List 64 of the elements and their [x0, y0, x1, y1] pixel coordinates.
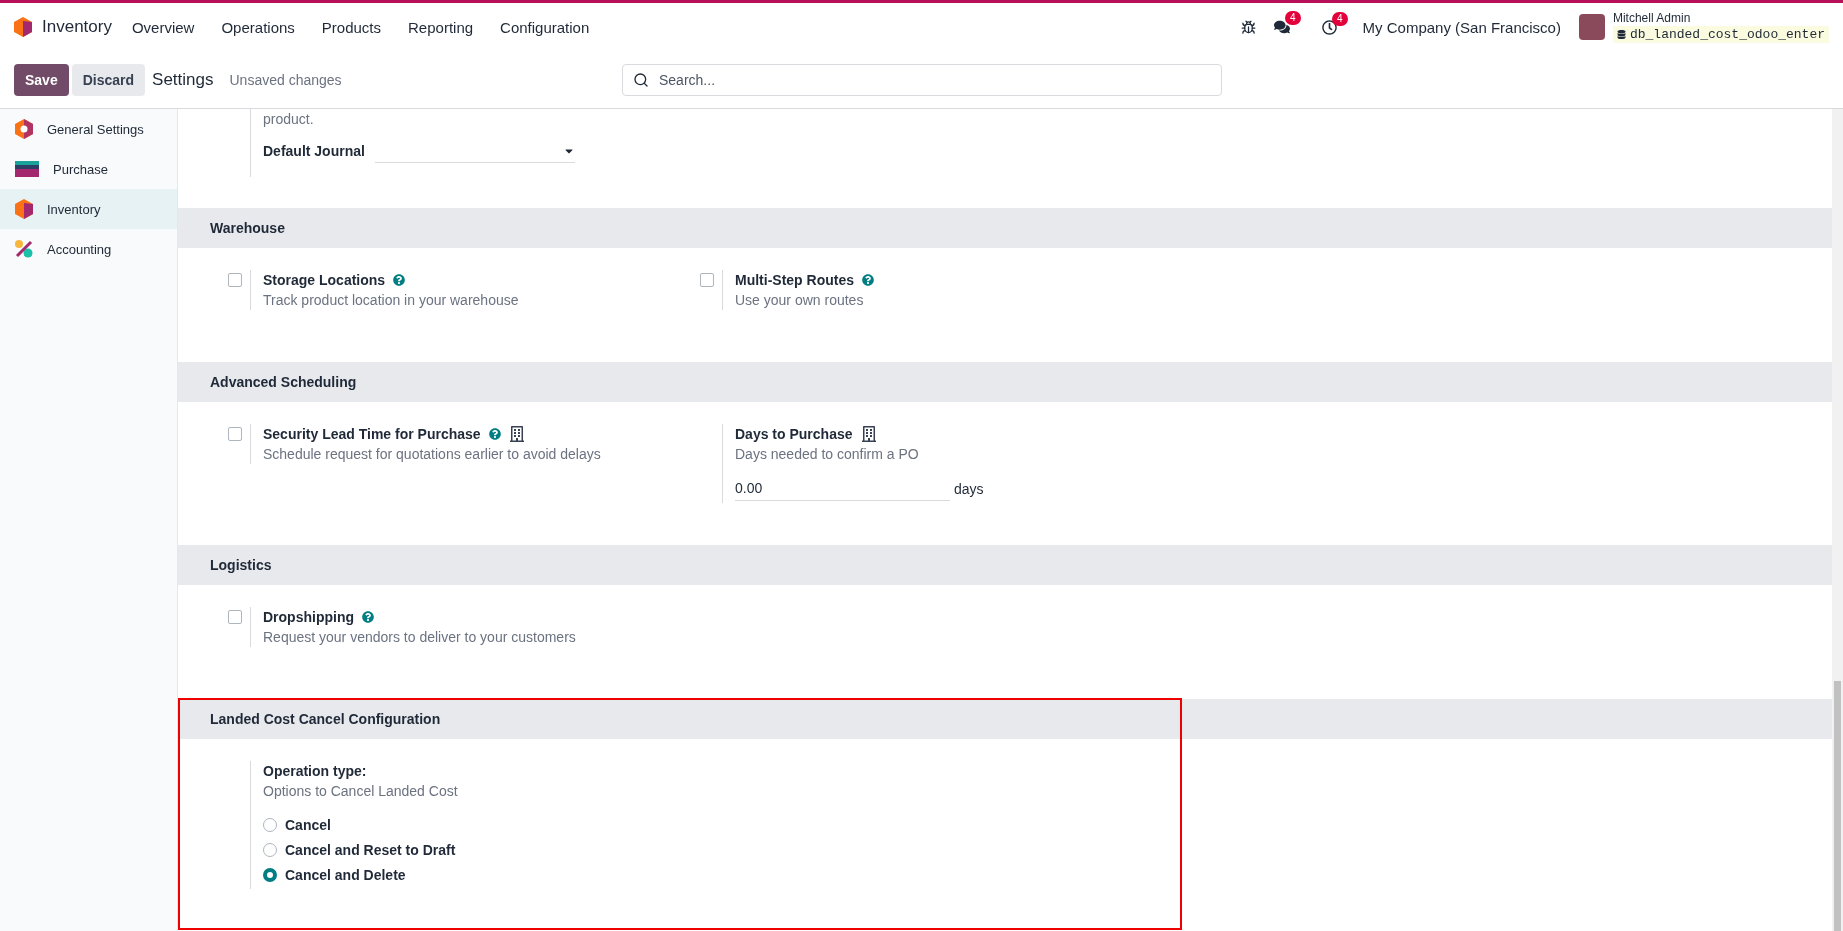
radio-label[interactable]: Cancel and Reset to Draft — [285, 842, 456, 858]
menu-item[interactable]: Products — [321, 18, 382, 36]
chat-icon[interactable] — [1273, 19, 1290, 35]
setting-title: Days to Purchase — [735, 425, 853, 444]
setting-description: product. — [263, 110, 315, 129]
setting-description: Schedule request for quotations earlier to avoid delays — [263, 445, 601, 464]
section-header: Warehouse — [178, 208, 1832, 248]
unit-label: days — [954, 480, 984, 497]
app-icon — [15, 199, 33, 219]
save-button[interactable]: Save — [14, 63, 69, 96]
radio-button[interactable] — [263, 868, 277, 882]
help-icon[interactable] — [393, 274, 406, 286]
search-icon — [633, 71, 649, 88]
app-icon — [15, 119, 33, 139]
setting-description: Days needed to confirm a PO — [735, 445, 920, 464]
setting-title: Dropshipping — [263, 608, 354, 627]
setting-title: Operation type: — [263, 762, 367, 781]
radio-label[interactable]: Cancel and Delete — [285, 867, 406, 883]
radio-button[interactable] — [263, 818, 277, 832]
clock-icon[interactable] — [1321, 19, 1337, 35]
discard-button[interactable]: Discard — [71, 63, 146, 96]
setting-description: Use your own routes — [735, 291, 865, 310]
status-text: Unsaved changes — [229, 71, 342, 88]
sidebar-item[interactable]: Purchase — [0, 149, 177, 189]
setting-title: Security Lead Time for Purchase — [263, 425, 481, 444]
bug-icon[interactable] — [1240, 19, 1256, 35]
search-field[interactable]: Search... — [622, 63, 1222, 96]
checkbox[interactable] — [228, 427, 242, 441]
section-header: Landed Cost Cancel Configuration — [178, 699, 1832, 739]
setting-title: Multi-Step Routes — [735, 271, 854, 290]
menu-item[interactable]: Reporting — [408, 18, 474, 36]
setting-description: Options to Cancel Landed Cost — [263, 782, 458, 801]
app-icon — [15, 161, 39, 177]
menu-item[interactable]: Configuration — [500, 18, 590, 36]
sidebar-item[interactable]: Inventory — [0, 189, 177, 229]
setting-description: Request your vendors to deliver to your customers — [263, 628, 576, 647]
company-name[interactable]: My Company (San Francisco) — [1362, 18, 1561, 36]
count-badge: 4 — [1332, 11, 1348, 26]
section-header: Logistics — [178, 545, 1832, 585]
checkbox[interactable] — [228, 273, 242, 287]
page-title: Settings — [152, 69, 214, 90]
menu-item[interactable]: Operations — [221, 18, 295, 36]
count-badge: 4 — [1285, 11, 1301, 25]
app-name[interactable]: Inventory — [42, 17, 112, 37]
radio-label[interactable]: Cancel — [285, 817, 331, 833]
help-icon[interactable] — [488, 428, 501, 440]
app-logo-icon — [14, 17, 32, 37]
help-icon[interactable] — [862, 274, 874, 286]
help-icon[interactable] — [362, 611, 374, 623]
field-label: Default Journal — [263, 143, 365, 159]
setting-description: Track product location in your warehouse — [263, 291, 519, 310]
section-header: Advanced Scheduling — [178, 362, 1832, 402]
checkbox[interactable] — [228, 610, 242, 624]
app-icon — [15, 240, 33, 258]
sidebar-item[interactable]: General Settings — [0, 109, 177, 149]
sidebar-item[interactable]: Accounting — [0, 229, 177, 269]
database-icon — [1616, 30, 1626, 39]
avatar[interactable] — [1578, 14, 1605, 40]
checkbox[interactable] — [700, 273, 714, 287]
database-text: db_landed_cost_odoo_enter — [1629, 27, 1825, 42]
menu-item[interactable]: Overview — [131, 18, 195, 36]
setting-title: Storage Locations — [263, 271, 386, 290]
user-name[interactable]: Mitchell Admin — [1612, 11, 1829, 25]
radio-button[interactable] — [263, 843, 277, 857]
